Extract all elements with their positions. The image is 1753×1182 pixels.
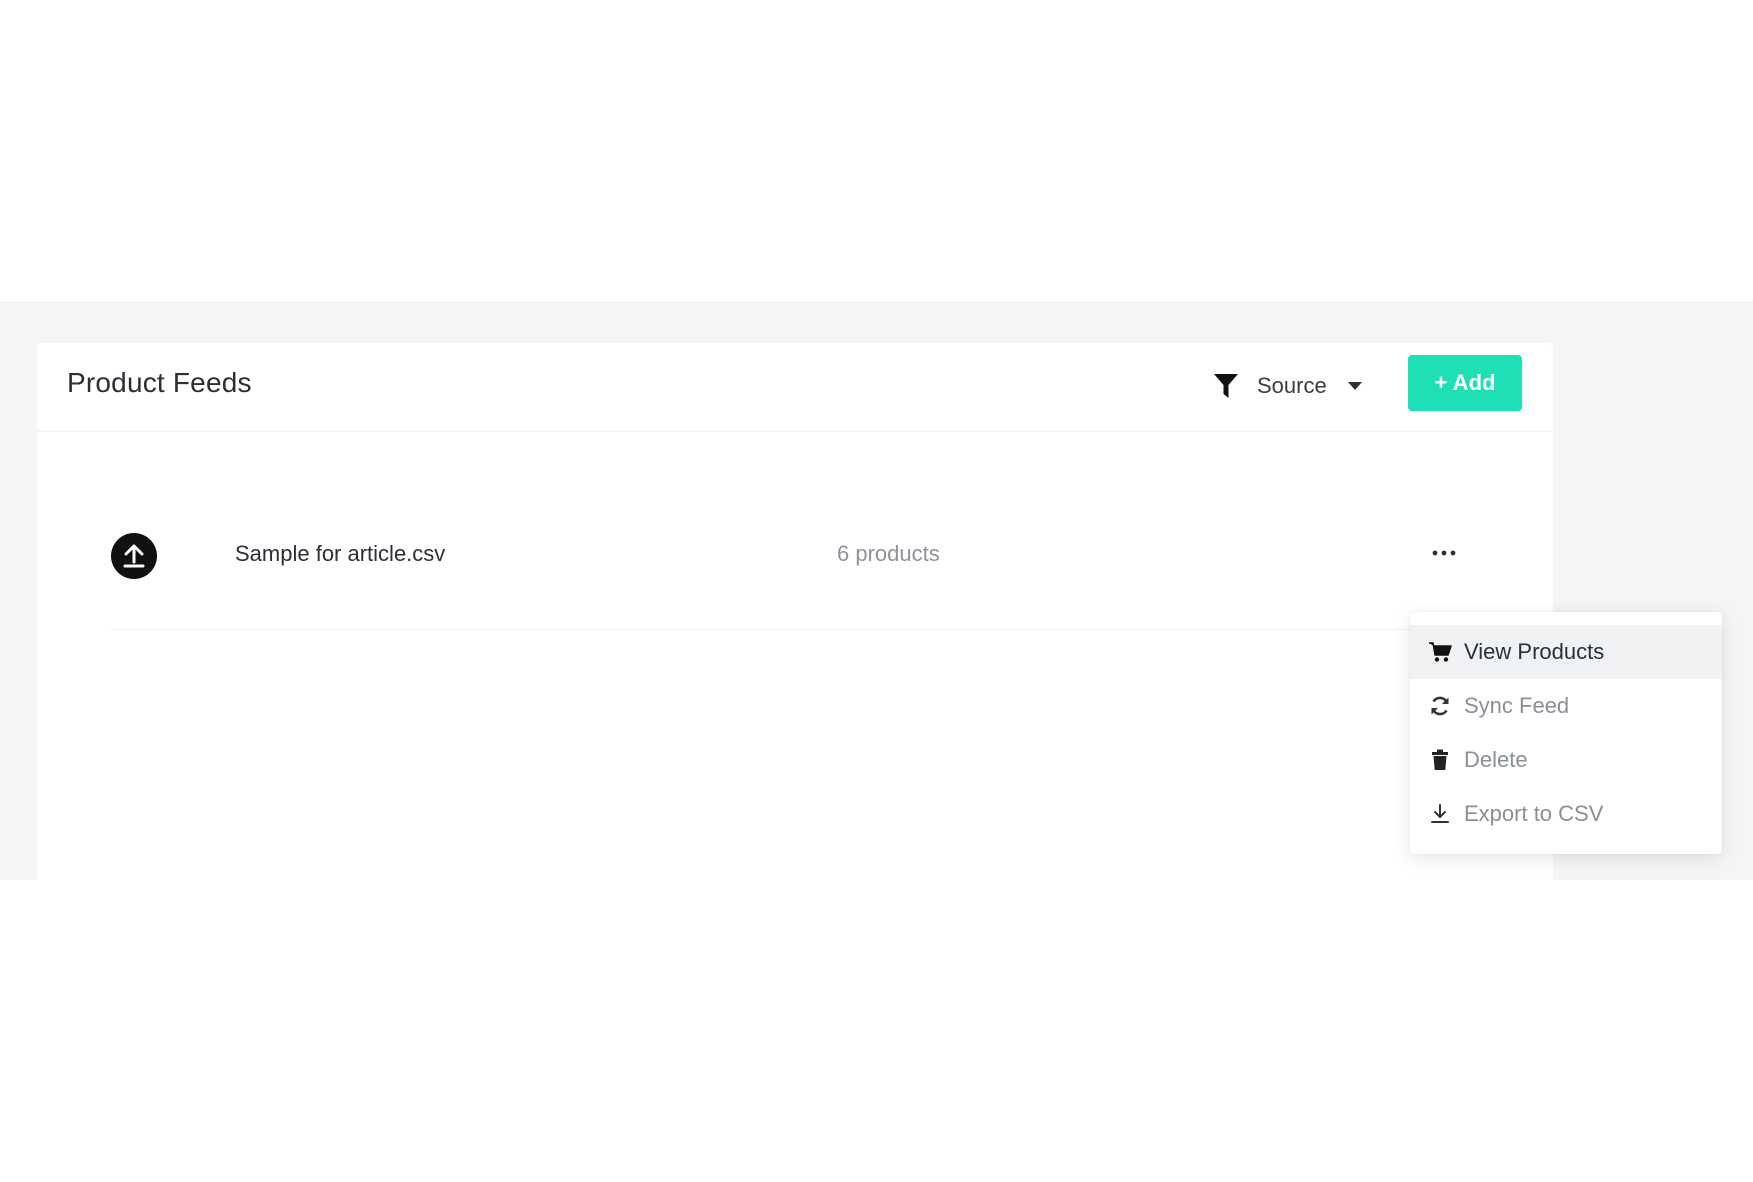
chevron-down-icon bbox=[1347, 382, 1362, 390]
add-feed-button[interactable]: + Add bbox=[1408, 355, 1522, 411]
card-header: Product Feeds Source + Add bbox=[37, 343, 1553, 432]
more-options-button[interactable] bbox=[1429, 541, 1459, 565]
ellipsis-icon bbox=[1432, 550, 1456, 556]
upload-icon bbox=[111, 533, 157, 579]
menu-item-sync-feed[interactable]: Sync Feed bbox=[1410, 679, 1722, 733]
menu-item-export-csv[interactable]: Export to CSV bbox=[1410, 787, 1722, 841]
feed-product-count: 6 products bbox=[837, 541, 940, 566]
menu-item-label: Delete bbox=[1464, 747, 1528, 772]
feed-row[interactable]: Sample for article.csv 6 products bbox=[111, 533, 1501, 630]
menu-item-view-products[interactable]: View Products bbox=[1410, 625, 1722, 679]
menu-item-label: Sync Feed bbox=[1464, 693, 1570, 718]
download-icon bbox=[1428, 802, 1452, 826]
feed-name[interactable]: Sample for article.csv bbox=[235, 541, 445, 567]
product-feeds-card: Product Feeds Source + Add Sample for ar… bbox=[37, 343, 1553, 880]
menu-item-delete[interactable]: Delete bbox=[1410, 733, 1722, 787]
menu-item-label: Export to CSV bbox=[1464, 801, 1604, 826]
source-filter-dropdown[interactable]: Source bbox=[1213, 369, 1363, 403]
sync-icon bbox=[1428, 694, 1452, 718]
page-title: Product Feeds bbox=[67, 367, 252, 398]
feed-actions-menu: View Products Sync Feed Delete Export to… bbox=[1410, 612, 1722, 854]
menu-item-label: View Products bbox=[1464, 639, 1605, 664]
trash-icon bbox=[1428, 748, 1452, 772]
source-filter-label: Source bbox=[1257, 373, 1327, 398]
cart-icon bbox=[1428, 640, 1452, 664]
filter-icon bbox=[1214, 374, 1238, 398]
